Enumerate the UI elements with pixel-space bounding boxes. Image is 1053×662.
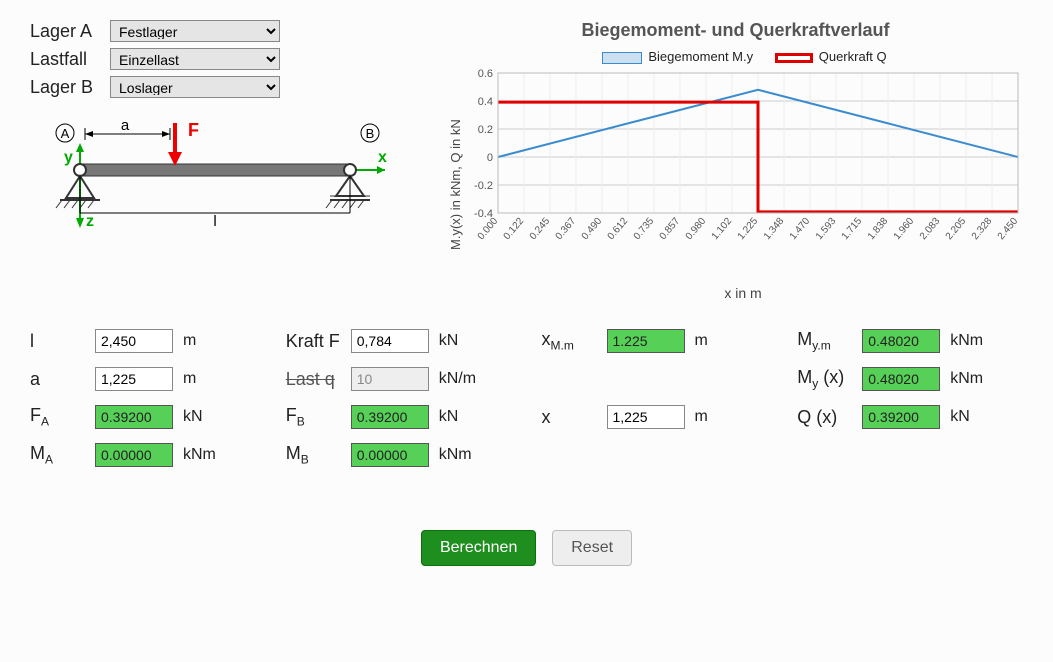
param-a-unit: m [183, 370, 231, 388]
lastfall-select[interactable]: Einzellast [110, 48, 280, 70]
svg-text:0.4: 0.4 [478, 96, 493, 108]
svg-text:a: a [121, 118, 130, 134]
svg-text:0: 0 [487, 152, 493, 164]
svg-text:0.980: 0.980 [684, 216, 709, 243]
param-MA-unit: kNm [183, 446, 231, 464]
svg-text:0.612: 0.612 [606, 216, 631, 243]
param-l-label: l [30, 331, 85, 352]
param-x-input[interactable] [607, 405, 685, 429]
svg-text:0.122: 0.122 [502, 216, 527, 243]
svg-text:-0.2: -0.2 [474, 180, 493, 192]
svg-text:F: F [188, 120, 199, 140]
svg-text:2.205: 2.205 [944, 216, 969, 243]
svg-text:1.715: 1.715 [840, 216, 865, 243]
param-Qx-output: 0.39200 [862, 405, 940, 429]
param-Myx-unit: kNm [950, 370, 998, 388]
chart-xlabel: x in m [463, 285, 1023, 301]
svg-text:0.245: 0.245 [528, 216, 553, 243]
param-MA-output: 0.00000 [95, 443, 173, 467]
svg-text:1.470: 1.470 [788, 216, 813, 243]
svg-text:0.2: 0.2 [478, 124, 493, 136]
svg-text:2.450: 2.450 [996, 216, 1021, 243]
param-Mym-label: My.m [797, 329, 852, 353]
chart-plot: -0.4-0.200.20.40.60.0000.1220.2450.3670.… [463, 68, 1023, 278]
param-MA-label: MA [30, 443, 85, 467]
param-FA-output: 0.39200 [95, 405, 173, 429]
svg-text:1.960: 1.960 [892, 216, 917, 243]
param-l-input[interactable] [95, 329, 173, 353]
param-FB-label: FB [286, 405, 341, 429]
param-Myx-output: 0.48020 [862, 367, 940, 391]
chart-title: Biegemoment- und Querkraftverlauf [448, 20, 1023, 41]
reset-button[interactable]: Reset [552, 530, 632, 566]
svg-text:A: A [61, 126, 70, 141]
param-MB-unit: kNm [439, 446, 487, 464]
param-kraftF-label: Kraft F [286, 331, 341, 352]
svg-text:0.367: 0.367 [554, 216, 579, 243]
lastfall-label: Lastfall [30, 49, 110, 70]
param-Qx-label: Q (x) [797, 407, 852, 428]
param-FB-unit: kN [439, 408, 487, 426]
param-FA-unit: kN [183, 408, 231, 426]
lager-b-label: Lager B [30, 77, 110, 98]
lager-b-select[interactable]: Loslager [110, 76, 280, 98]
param-kraftF-unit: kN [439, 332, 487, 350]
param-FA-label: FA [30, 405, 85, 429]
svg-text:0.490: 0.490 [580, 216, 605, 243]
svg-text:1.102: 1.102 [710, 216, 735, 243]
param-lastq-unit: kN/m [439, 370, 487, 388]
svg-text:1.225: 1.225 [736, 216, 761, 243]
param-xMm-label: xM.m [542, 329, 597, 353]
svg-text:y: y [64, 149, 73, 166]
svg-text:0.6: 0.6 [478, 68, 493, 80]
svg-text:2.083: 2.083 [918, 216, 943, 243]
param-MB-label: MB [286, 443, 341, 467]
param-lastq-input [351, 367, 429, 391]
param-xMm-unit: m [695, 332, 743, 350]
svg-text:x: x [378, 149, 387, 166]
param-xMm-output: 1.225 [607, 329, 685, 353]
svg-text:1.593: 1.593 [814, 216, 839, 243]
param-kraftF-input[interactable] [351, 329, 429, 353]
param-MB-output: 0.00000 [351, 443, 429, 467]
svg-text:B: B [366, 126, 375, 141]
param-Mym-output: 0.48020 [862, 329, 940, 353]
svg-text:l: l [213, 213, 216, 230]
svg-text:1.348: 1.348 [762, 216, 787, 243]
chart-ylabel: M.y(x) in kNm, Q in kN [448, 68, 463, 301]
calculate-button[interactable]: Berechnen [421, 530, 536, 566]
chart-legend: Biegemoment M.y Querkraft Q [448, 49, 1023, 64]
svg-text:1.838: 1.838 [866, 216, 891, 243]
param-x-label: x [542, 407, 597, 428]
param-l-unit: m [183, 332, 231, 350]
param-lastq-label: Last q [286, 369, 341, 390]
svg-text:z: z [86, 213, 94, 230]
param-Qx-unit: kN [950, 408, 998, 426]
param-a-label: a [30, 369, 85, 390]
lager-a-label: Lager A [30, 21, 110, 42]
param-FB-output: 0.39200 [351, 405, 429, 429]
param-a-input[interactable] [95, 367, 173, 391]
param-Mym-unit: kNm [950, 332, 998, 350]
param-x-unit: m [695, 408, 743, 426]
param-Myx-label: My (x) [797, 367, 852, 391]
svg-text:0.857: 0.857 [658, 216, 683, 243]
lager-a-select[interactable]: Festlager [110, 20, 280, 42]
svg-text:0.735: 0.735 [632, 216, 657, 243]
beam-diagram: x y z [30, 118, 418, 241]
svg-text:2.328: 2.328 [970, 216, 995, 243]
